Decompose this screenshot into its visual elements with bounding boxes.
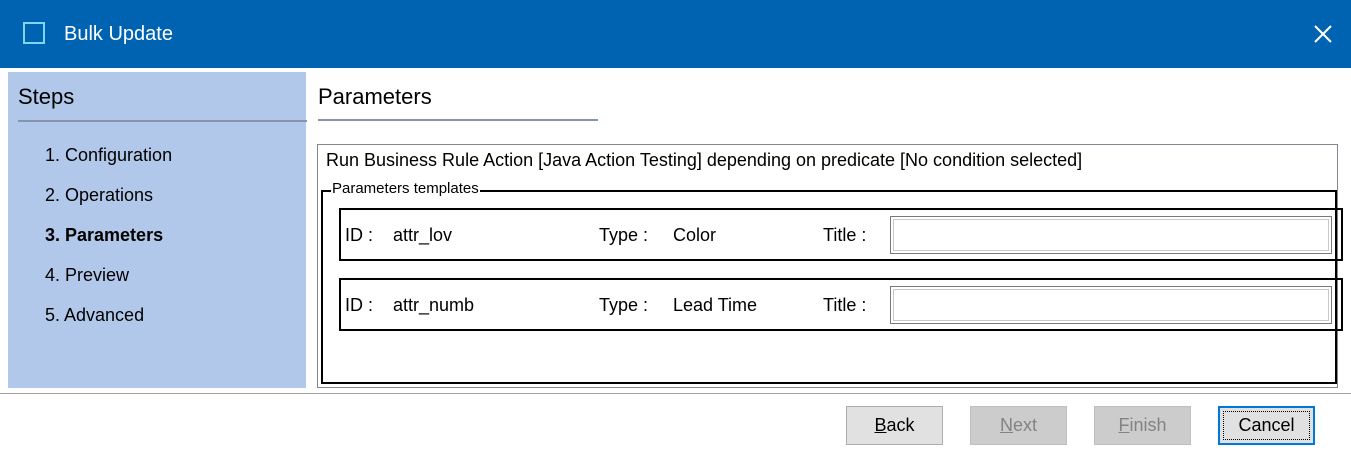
type-value: Lead Time [673, 295, 758, 315]
parameters-panel: Run Business Rule Action [Java Action Te… [317, 144, 1343, 388]
back-button[interactable]: Back [846, 406, 943, 445]
title-divider [318, 119, 598, 121]
parameters-templates-legend: Parameters templates [331, 180, 480, 198]
close-icon [1314, 25, 1332, 43]
title-bar: Bulk Update [0, 0, 1351, 68]
window-title: Bulk Update [64, 23, 173, 45]
parameter-row: ID : attr_lov Type : Color Title : [339, 208, 1343, 261]
id-value: attr_lov [393, 225, 453, 245]
page-title: Parameters [318, 84, 432, 109]
button-bar: Back Next Finish Cancel [0, 393, 1351, 455]
step-parameters: 3. Parameters [45, 225, 164, 245]
steps-divider [18, 120, 307, 122]
type-value: Color [673, 225, 717, 245]
title-label: Title : [823, 295, 867, 315]
app-icon [23, 22, 45, 44]
title-input[interactable] [890, 286, 1332, 324]
parameters-templates-group: ID : attr_lov Type : Color Title : ID : … [321, 190, 1343, 384]
step-advanced: 5. Advanced [45, 305, 145, 325]
parameter-row: ID : attr_numb Type : Lead Time Title : [339, 278, 1343, 331]
close-button[interactable] [1301, 12, 1345, 56]
steps-header: Steps [18, 84, 75, 109]
steps-list: 1. Configuration 2. Operations 3. Parame… [45, 145, 172, 345]
next-button[interactable]: Next [970, 406, 1067, 445]
id-label: ID : [345, 225, 374, 245]
finish-button[interactable]: Finish [1094, 406, 1191, 445]
step-preview: 4. Preview [45, 265, 130, 285]
action-description: Run Business Rule Action [Java Action Te… [326, 150, 1083, 170]
focus-ring [1223, 411, 1310, 440]
id-label: ID : [345, 295, 374, 315]
type-label: Type : [599, 225, 649, 245]
cancel-button[interactable]: Cancel [1218, 406, 1315, 445]
type-label: Type : [599, 295, 649, 315]
finish-button-label: Finish [1118, 415, 1167, 435]
next-button-label: Next [999, 415, 1037, 435]
title-input[interactable] [890, 216, 1332, 254]
back-button-label: Back [874, 415, 915, 435]
id-value: attr_numb [393, 295, 475, 315]
step-configuration: 1. Configuration [45, 145, 173, 165]
step-operations: 2. Operations [45, 185, 154, 205]
steps-sidebar: Steps 1. Configuration 2. Operations 3. … [8, 72, 307, 388]
title-label: Title : [823, 225, 867, 245]
